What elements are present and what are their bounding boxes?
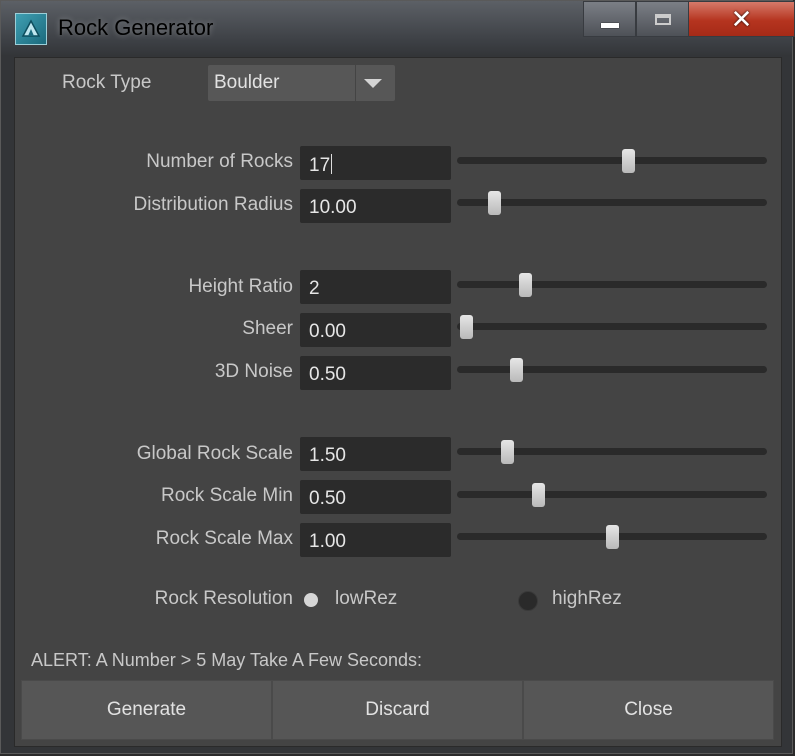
height-ratio-slider[interactable] [457, 273, 767, 297]
slider-thumb[interactable] [488, 191, 502, 215]
sheer-slider[interactable] [457, 315, 767, 339]
global-rock-scale-label: Global Rock Scale [136, 443, 293, 464]
height-ratio-label: Height Ratio [188, 276, 293, 297]
close-window-button[interactable]: ✕ [689, 1, 795, 37]
rock-scale-max-value: 1.00 [309, 531, 346, 552]
distribution-radius-slider[interactable] [457, 191, 767, 215]
highrez-label: highRez [552, 588, 622, 609]
number-of-rocks-value: 17 [309, 155, 331, 176]
chevron-down-icon [364, 79, 382, 88]
number-of-rocks-label: Number of Rocks [146, 151, 293, 172]
slider-thumb[interactable] [531, 483, 545, 507]
minimize-icon [600, 22, 619, 28]
distribution-radius-label: Distribution Radius [133, 194, 293, 215]
3d-noise-slider[interactable] [457, 358, 767, 382]
lowrez-label: lowRez [335, 588, 398, 609]
distribution-radius-value: 10.00 [309, 197, 357, 218]
discard-button[interactable]: Discard [272, 680, 523, 740]
rock-type-value: Boulder [214, 72, 280, 93]
maximize-icon [654, 13, 671, 25]
close-button[interactable]: Close [523, 680, 774, 740]
number-of-rocks-field[interactable]: 17 [300, 146, 451, 180]
rock-scale-max-field[interactable]: 1.00 [300, 523, 451, 557]
rock-scale-min-field[interactable]: 0.50 [300, 480, 451, 514]
slider-thumb[interactable] [509, 358, 523, 382]
minimize-button[interactable] [583, 1, 636, 37]
sheer-value: 0.00 [309, 321, 346, 342]
slider-thumb[interactable] [621, 149, 635, 173]
sheer-label: Sheer [242, 318, 293, 339]
slider-thumb[interactable] [460, 315, 474, 339]
slider-thumb[interactable] [500, 440, 514, 464]
sheer-field[interactable]: 0.00 [300, 313, 451, 347]
rock-scale-min-label: Rock Scale Min [161, 485, 293, 506]
height-ratio-field[interactable]: 2 [300, 270, 451, 304]
global-rock-scale-field[interactable]: 1.50 [300, 437, 451, 471]
rock-scale-max-label: Rock Scale Max [155, 528, 293, 549]
slider-thumb[interactable] [606, 525, 619, 549]
close-icon: ✕ [730, 4, 753, 34]
dialog-body: Rock Type Boulder Number of Rocks 17 Dis… [14, 57, 782, 747]
rock-generator-window: Rock Generator ✕ Rock Type Boulder Numbe… [0, 0, 795, 754]
generate-button[interactable]: Generate [21, 680, 272, 740]
slider-thumb[interactable] [519, 273, 533, 297]
number-of-rocks-slider[interactable] [457, 149, 767, 173]
3d-noise-label: 3D Noise [214, 361, 293, 382]
lowrez-radio[interactable] [304, 593, 318, 607]
title-bar[interactable]: Rock Generator ✕ [1, 1, 795, 57]
3d-noise-field[interactable]: 0.50 [300, 356, 451, 390]
rock-type-label: Rock Type [62, 72, 152, 93]
global-rock-scale-slider[interactable] [457, 440, 767, 464]
maximize-button[interactable] [636, 1, 689, 37]
text-caret [331, 154, 333, 174]
window-controls: ✕ [583, 1, 795, 39]
rock-scale-min-slider[interactable] [457, 483, 767, 507]
window-title: Rock Generator [58, 15, 214, 40]
rock-scale-min-value: 0.50 [309, 488, 346, 509]
alert-message: ALERT: A Number > 5 May Take A Few Secon… [31, 650, 423, 670]
rock-resolution-label: Rock Resolution [154, 588, 293, 609]
highrez-radio[interactable] [518, 591, 538, 611]
3d-noise-value: 0.50 [309, 364, 346, 385]
rock-scale-max-slider[interactable] [457, 525, 767, 549]
height-ratio-value: 2 [309, 278, 320, 299]
dropdown-separator [355, 65, 356, 101]
button-bar: Generate Discard Close [21, 680, 774, 740]
rock-type-dropdown[interactable]: Boulder [208, 65, 395, 101]
app-icon [15, 13, 47, 45]
distribution-radius-field[interactable]: 10.00 [300, 189, 451, 223]
global-rock-scale-value: 1.50 [309, 445, 346, 466]
